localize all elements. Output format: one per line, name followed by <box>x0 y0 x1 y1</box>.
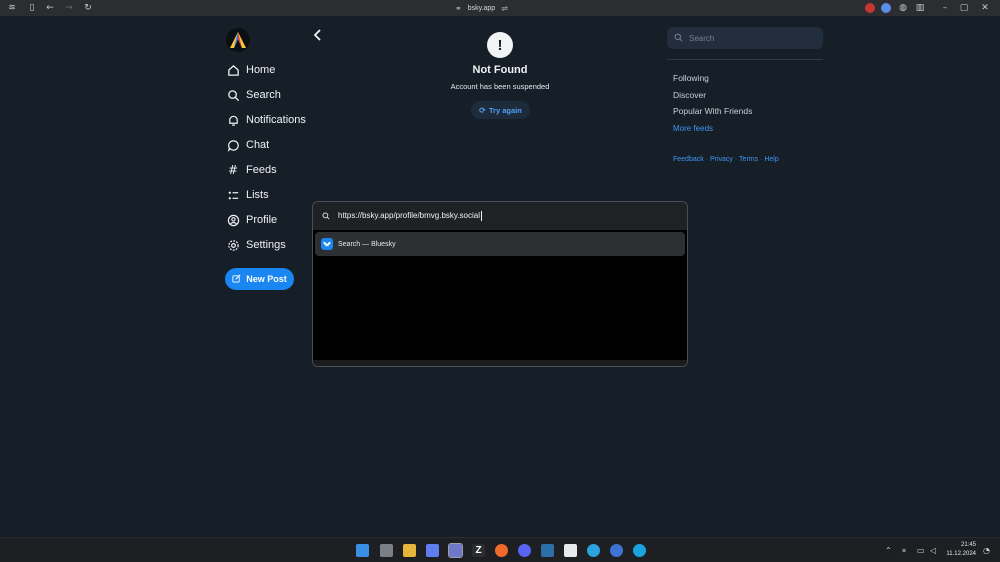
refresh-icon: ⟳ <box>479 105 486 115</box>
launcher-footer <box>313 360 687 366</box>
telegram-icon[interactable] <box>587 544 600 557</box>
sidebar-item-search[interactable]: Search <box>226 86 281 104</box>
error-message: Account has been suspended <box>450 82 550 91</box>
page-title: Not Found <box>472 64 528 76</box>
reload-icon[interactable]: ↻ <box>83 3 93 13</box>
sidebar-item-label: Lists <box>246 189 269 201</box>
address-bar-url: bsky.app <box>467 4 496 12</box>
quick-launcher: https://bsky.app/profile/bmvg.bsky.socia… <box>312 201 688 367</box>
privacy-link[interactable]: Privacy <box>710 156 733 163</box>
sidebar-item-lists[interactable]: Lists <box>226 186 269 204</box>
discord-icon[interactable] <box>518 544 531 557</box>
sidebar-item-home[interactable]: Home <box>226 61 275 79</box>
app-icon-v[interactable] <box>426 544 439 557</box>
clock[interactable]: 21:45 11.12.2024 <box>940 541 976 559</box>
minimize-icon[interactable]: – <box>940 3 950 13</box>
compose-icon <box>232 274 241 285</box>
search-placeholder: Search <box>689 33 715 43</box>
sidebar-item-notifications[interactable]: Notifications <box>226 111 306 129</box>
list-icon <box>226 188 240 202</box>
text-cursor <box>481 211 482 221</box>
taskbar: Z ⌃ ⏺ ▭ ◁ 21:45 11.12.2024 ◔ <box>0 537 1000 562</box>
bluesky-butterfly-icon <box>321 238 333 250</box>
browser-menu-icon[interactable]: ≋ <box>7 3 17 13</box>
feed-link-popular-with-friends[interactable]: Popular With Friends <box>673 106 752 116</box>
chevron-up-icon[interactable]: ⌃ <box>885 546 892 555</box>
sidebar-item-label: Notifications <box>246 114 306 126</box>
sidebar-item-chat[interactable]: Chat <box>226 136 269 154</box>
sidebar-item-feeds[interactable]: # Feeds <box>226 161 277 179</box>
start-menu-icon[interactable] <box>356 544 369 557</box>
extension-icon[interactable] <box>865 3 875 13</box>
split-view-icon[interactable]: ▥ <box>915 3 925 13</box>
edge-icon[interactable] <box>633 544 646 557</box>
clock-time: 21:45 <box>960 542 976 548</box>
steam-icon[interactable] <box>541 544 554 557</box>
back-arrow-icon[interactable]: ← <box>45 3 55 13</box>
app-icon-box[interactable] <box>564 544 577 557</box>
feed-link-discover[interactable]: Discover <box>673 90 706 100</box>
try-again-button[interactable]: ⟳ Try again <box>471 101 530 119</box>
try-again-label: Try again <box>488 105 522 115</box>
link-icon: ⚭ <box>455 3 462 13</box>
suggestion-label: Search — Bluesky <box>338 240 396 248</box>
back-button[interactable] <box>313 28 325 42</box>
divider <box>667 59 823 60</box>
microphone-icon[interactable]: ⏺ <box>902 546 906 556</box>
network-icon[interactable]: ▭ <box>917 546 925 555</box>
launcher-query: https://bsky.app/profile/bmvg.bsky.socia… <box>338 211 480 221</box>
launcher-input[interactable]: https://bsky.app/profile/bmvg.bsky.socia… <box>313 202 687 230</box>
sidebar-item-label: Settings <box>246 239 286 251</box>
more-feeds-link[interactable]: More feeds <box>673 124 713 133</box>
sidebar-item-settings[interactable]: Settings <box>226 236 286 254</box>
suggestion-item[interactable]: Search — Bluesky <box>315 232 685 256</box>
footer-links: Feedback · Privacy · Terms · Help <box>673 156 779 163</box>
browser-app-icon[interactable] <box>448 543 463 558</box>
globe-icon[interactable]: ◍ <box>898 3 908 13</box>
feed-link-following[interactable]: Following <box>673 73 709 83</box>
terms-link[interactable]: Terms <box>739 156 758 163</box>
forward-arrow-icon[interactable]: → <box>64 3 74 13</box>
error-icon: ! <box>487 32 513 58</box>
notification-bell-icon[interactable]: ◔ <box>983 546 990 555</box>
site-settings-icon[interactable]: ⇌ <box>501 4 508 13</box>
help-link[interactable]: Help <box>764 156 778 163</box>
search-icon <box>322 207 330 225</box>
search-icon <box>226 88 240 102</box>
firefox-icon[interactable] <box>495 544 508 557</box>
zed-editor-icon[interactable]: Z <box>472 544 485 557</box>
app-logo[interactable] <box>226 28 250 52</box>
new-post-label: New Post <box>246 274 287 284</box>
sidebar-item-label: Feeds <box>246 164 277 176</box>
hash-icon: # <box>227 163 239 177</box>
password-app-icon[interactable] <box>610 544 623 557</box>
sidebar-item-label: Profile <box>246 214 278 226</box>
sidebar-item-label: Home <box>246 64 276 76</box>
browser-toolbar: ≋ ▯ ← → ↻ ⚭ bsky.app ⇌ ◍ ▥ – ▢ ✕ <box>0 0 1000 16</box>
feedback-link[interactable]: Feedback <box>673 156 704 163</box>
task-view-icon[interactable] <box>380 544 393 557</box>
maximize-icon[interactable]: ▢ <box>959 3 969 13</box>
close-icon[interactable]: ✕ <box>980 3 990 13</box>
sidebar-toggle-icon[interactable]: ▯ <box>27 3 37 13</box>
clock-date: 11.12.2024 <box>946 551 976 557</box>
gear-icon <box>226 238 240 252</box>
address-bar[interactable]: ⚭ bsky.app ⇌ <box>455 2 508 14</box>
file-explorer-icon[interactable] <box>403 544 416 557</box>
search-input[interactable]: Search <box>667 27 823 49</box>
new-post-button[interactable]: New Post <box>225 268 294 290</box>
password-manager-icon[interactable] <box>881 3 891 13</box>
user-icon <box>226 213 240 227</box>
volume-icon[interactable]: ◁ <box>930 546 936 555</box>
chat-icon <box>226 138 240 152</box>
sidebar-item-profile[interactable]: Profile <box>226 211 277 229</box>
search-icon <box>674 33 683 44</box>
sidebar-item-label: Chat <box>246 139 270 151</box>
bell-icon <box>226 113 240 127</box>
sidebar-item-label: Search <box>246 89 281 101</box>
home-icon <box>226 63 240 77</box>
